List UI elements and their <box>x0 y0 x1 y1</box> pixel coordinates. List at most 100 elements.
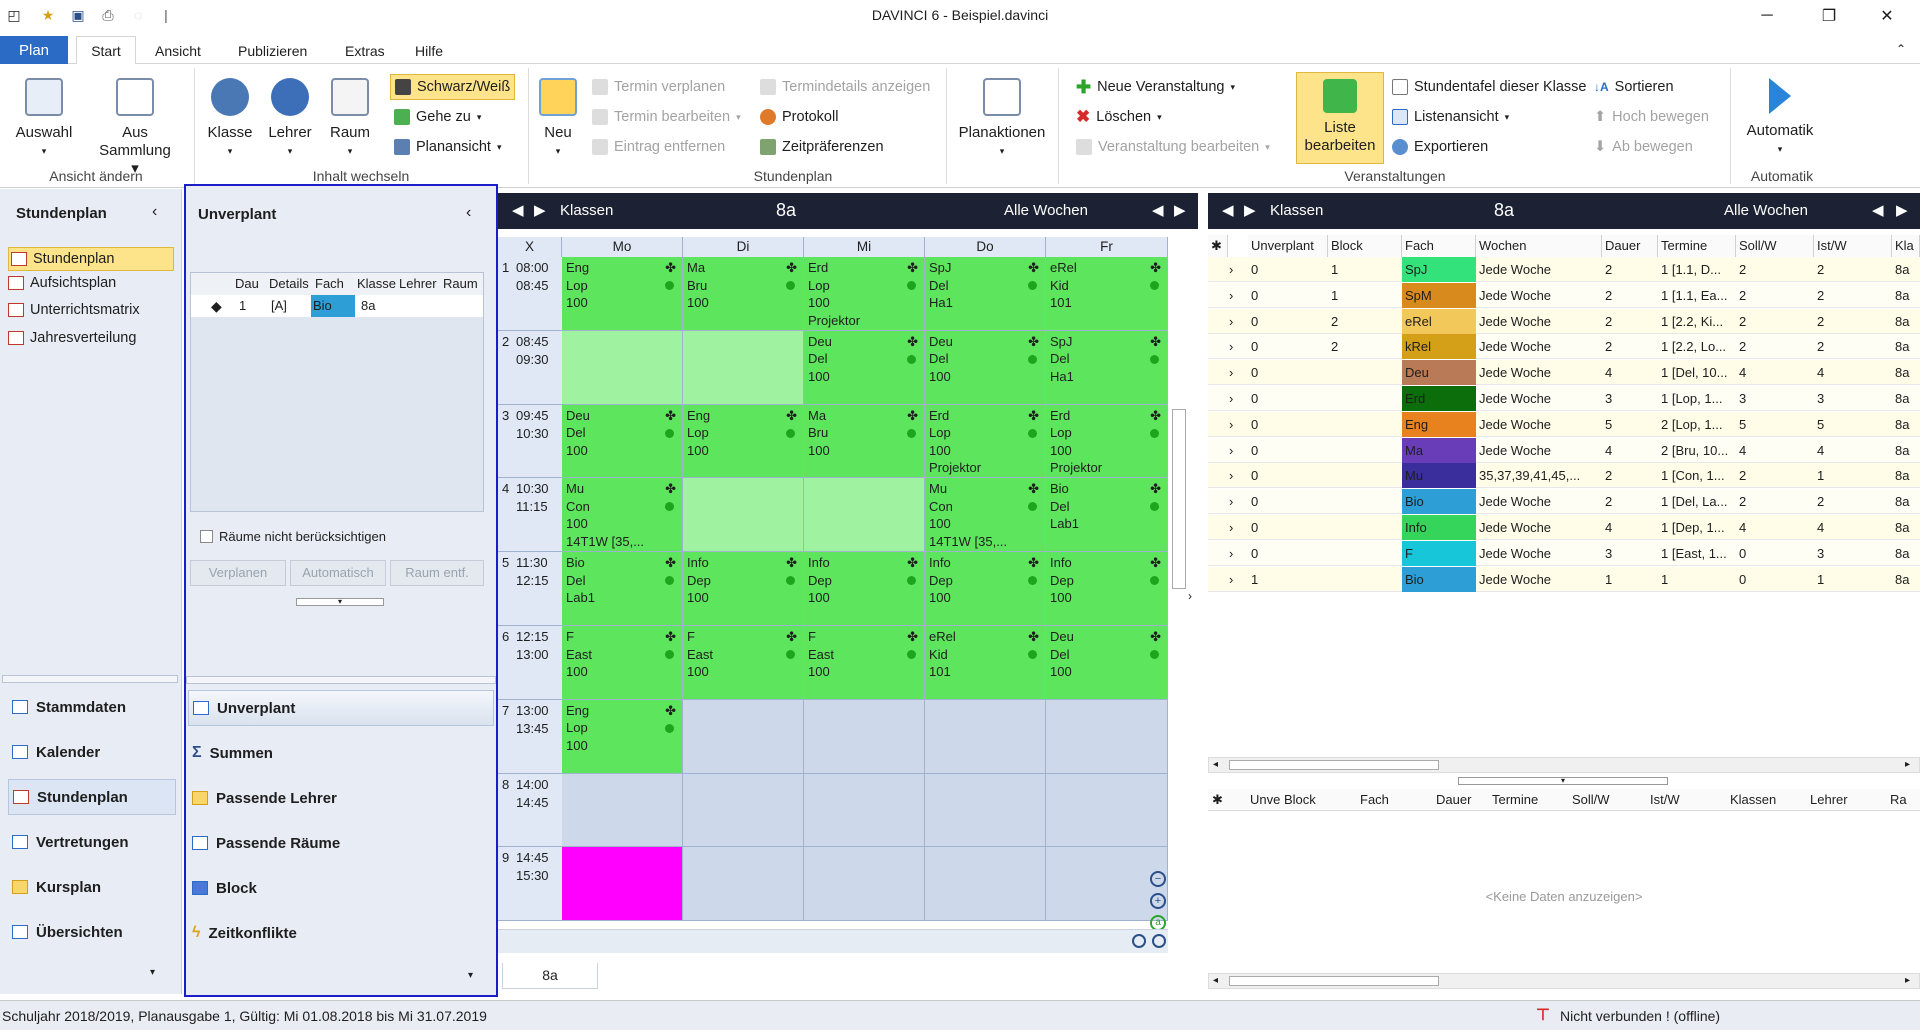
module-stammdaten[interactable]: Stammdaten <box>8 689 176 725</box>
free-slot[interactable] <box>804 478 925 553</box>
collapse-panel-icon[interactable]: ‹ <box>466 204 471 222</box>
exportieren-button[interactable]: Exportieren <box>1392 136 1488 158</box>
schwarzweiss-button[interactable]: Schwarz/Weiß <box>390 74 516 100</box>
lesson-fr3[interactable]: Erd Lop 100 Projektor ✤ <box>1046 404 1168 479</box>
collapse-nav-icon[interactable]: ‹ <box>152 203 157 221</box>
lesson-mi2[interactable]: Deu Del 100 ✤ <box>804 330 925 405</box>
col-dauer[interactable]: Dauer <box>1602 235 1658 257</box>
termin-verplanen-button[interactable]: Termin verplanen <box>592 76 725 98</box>
raeume-checkbox[interactable]: Räume nicht berücksichtigen <box>200 529 386 544</box>
module-kursplan[interactable]: Kursplan <box>8 869 176 905</box>
aus-sammlung-button[interactable]: Aus Sammlung ▾ <box>94 78 176 178</box>
next-week-icon[interactable]: ▶ <box>1174 201 1186 219</box>
expand-row-icon[interactable]: › <box>1226 386 1233 411</box>
scroll-thumb[interactable] <box>1229 976 1439 986</box>
free-slot[interactable] <box>683 330 804 405</box>
neu-button[interactable]: Neu ▾ <box>536 78 580 160</box>
maximize-button[interactable]: ❐ <box>1806 0 1852 32</box>
lcol-unve[interactable]: Unve <box>1250 789 1280 811</box>
lcol-soll[interactable]: Soll/W <box>1572 789 1610 811</box>
sortieren-button[interactable]: ↓A Sortieren <box>1594 76 1674 98</box>
expand-row-icon[interactable]: › <box>1226 283 1233 308</box>
verplanen-button[interactable]: Verplanen <box>190 560 286 586</box>
expand-row-icon[interactable]: › <box>1226 489 1233 514</box>
lcol-fach[interactable]: Fach <box>1360 789 1389 811</box>
grid-vertical-scrollbar[interactable] <box>1172 409 1186 589</box>
splitter-handle[interactable]: ▾ <box>1458 777 1668 785</box>
lower-hscroll[interactable]: ◂ ▸ <box>1208 973 1920 989</box>
prev-icon[interactable]: ◀ <box>1222 201 1234 219</box>
nav-item-aufsichtsplan[interactable]: Aufsichtsplan <box>8 275 116 291</box>
highlighted-slot[interactable] <box>562 847 683 922</box>
zeitpraeferenzen-button[interactable]: Zeitpräferenzen <box>760 136 884 158</box>
zoom-in-icon[interactable]: + <box>1150 893 1166 909</box>
veranstaltung-bearbeiten-button[interactable]: Veranstaltung bearbeiten ▾ <box>1076 136 1270 158</box>
table-row[interactable]: › 0 Eng Jede Woche 5 2 [Lop, 1... 5 5 8a <box>1208 411 1920 437</box>
section-unverplant[interactable]: Unverplant <box>188 690 494 726</box>
stundentafel-button[interactable]: Stundentafel dieser Klasse <box>1392 76 1587 98</box>
raum-button[interactable]: Raum ▾ <box>325 78 375 160</box>
section-passende-raeume[interactable]: Passende Räume <box>188 825 356 861</box>
scroll-left-icon[interactable]: ◂ <box>1213 759 1218 770</box>
empty-slot[interactable] <box>804 847 925 922</box>
ab-bewegen-button[interactable]: ⬇ Ab bewegen <box>1594 136 1693 158</box>
empty-slot[interactable] <box>683 847 804 922</box>
close-button[interactable]: ✕ <box>1864 0 1910 32</box>
table-row[interactable]: ◆ 1 [A] Bio 8a <box>191 295 483 317</box>
prev-icon[interactable]: ◀ <box>512 201 524 219</box>
col-fach[interactable]: Fach <box>1402 235 1476 257</box>
table-row[interactable]: › 0 Bio Jede Woche 2 1 [Del, La... 2 2 8a <box>1208 489 1920 515</box>
lesson-do5[interactable]: Info Dep 100 ✤ <box>925 552 1046 626</box>
lesson-mi5[interactable]: Info Dep 100 ✤ <box>804 552 925 626</box>
lcol-raum[interactable]: Ra <box>1890 789 1907 811</box>
col-soll[interactable]: Soll/W <box>1736 235 1814 257</box>
col-details[interactable]: Details <box>269 273 309 295</box>
expand-row-icon[interactable]: › <box>1226 541 1233 566</box>
chevron-down-icon[interactable]: ▾ <box>150 967 155 978</box>
expand-row-icon[interactable]: › <box>1226 309 1233 334</box>
scroll-left-icon[interactable]: ◂ <box>1213 975 1218 986</box>
lesson-mi1[interactable]: Erd Lop 100 Projektor ✤ <box>804 257 925 331</box>
scroll-right-icon[interactable]: ▸ <box>1905 759 1910 770</box>
protokoll-button[interactable]: Protokoll <box>760 106 838 128</box>
lesson-di6[interactable]: F East 100 ✤ <box>683 626 804 700</box>
plan-menu-button[interactable]: Plan <box>0 36 68 64</box>
collapse-ribbon-icon[interactable]: ⌃ <box>1896 42 1906 56</box>
empty-slot[interactable] <box>925 699 1046 774</box>
table-row[interactable]: › 1 Bio Jede Woche 1 1 0 1 8a <box>1208 566 1920 592</box>
table-row[interactable]: › 0 Deu Jede Woche 4 1 [Del, 10... 4 4 8a <box>1208 360 1920 386</box>
checkbox-box[interactable] <box>200 530 213 543</box>
automatik-button[interactable]: Automatik ▾ <box>1740 78 1820 158</box>
loeschen-button[interactable]: ✖ Löschen ▾ <box>1076 106 1162 128</box>
empty-slot[interactable] <box>562 773 683 848</box>
lesson-fr2[interactable]: SpJ Del Ha1 ✤ <box>1046 330 1168 405</box>
lesson-fr5[interactable]: Info Dep 100 ✤ <box>1046 552 1168 626</box>
empty-slot[interactable] <box>925 773 1046 848</box>
lesson-mo1[interactable]: Eng Lop 100 ✤ <box>562 257 683 331</box>
lesson-do4[interactable]: Mu Con 100 14T1W [35,... ✤ <box>925 478 1046 553</box>
lcol-klassen[interactable]: Klassen <box>1730 789 1776 811</box>
col-klasse[interactable]: Kla <box>1892 235 1920 257</box>
klasse-button[interactable]: Klasse ▾ <box>205 78 255 160</box>
nav-item-jahresverteilung[interactable]: Jahresverteilung <box>8 330 136 346</box>
col-unverplant[interactable]: Unverplant <box>1248 235 1328 257</box>
empty-slot[interactable] <box>804 773 925 848</box>
section-zeitkonflikte[interactable]: ϟ Zeitkonflikte <box>188 915 356 951</box>
scroll-thumb[interactable] <box>1229 760 1439 770</box>
raum-entf-button[interactable]: Raum entf. <box>390 560 484 586</box>
lcol-termine[interactable]: Termine <box>1492 789 1538 811</box>
lesson-di1[interactable]: Ma Bru 100 ✤ <box>683 257 804 331</box>
table-row[interactable]: › 0 Erd Jede Woche 3 1 [Lop, 1... 3 3 8a <box>1208 386 1920 411</box>
lesson-di5[interactable]: Info Dep 100 ✤ <box>683 552 804 626</box>
module-kalender[interactable]: Kalender <box>8 734 176 770</box>
tab-start[interactable]: Start <box>76 36 136 65</box>
lesson-do3[interactable]: Erd Lop 100 Projektor ✤ <box>925 404 1046 479</box>
expand-row-icon[interactable]: › <box>1226 567 1233 592</box>
termindetails-button[interactable]: Termindetails anzeigen <box>760 76 930 98</box>
lesson-mo3[interactable]: Deu Del 100 ✤ <box>562 404 683 479</box>
rp-hscroll[interactable]: ◂ ▸ <box>1208 757 1920 773</box>
grid-tab-8a[interactable]: 8a <box>502 963 598 989</box>
table-row[interactable]: › 0 F Jede Woche 3 1 [East, 1... 0 3 8a <box>1208 540 1920 566</box>
tab-ansicht[interactable]: Ansicht <box>155 43 201 59</box>
empty-slot[interactable] <box>683 699 804 774</box>
